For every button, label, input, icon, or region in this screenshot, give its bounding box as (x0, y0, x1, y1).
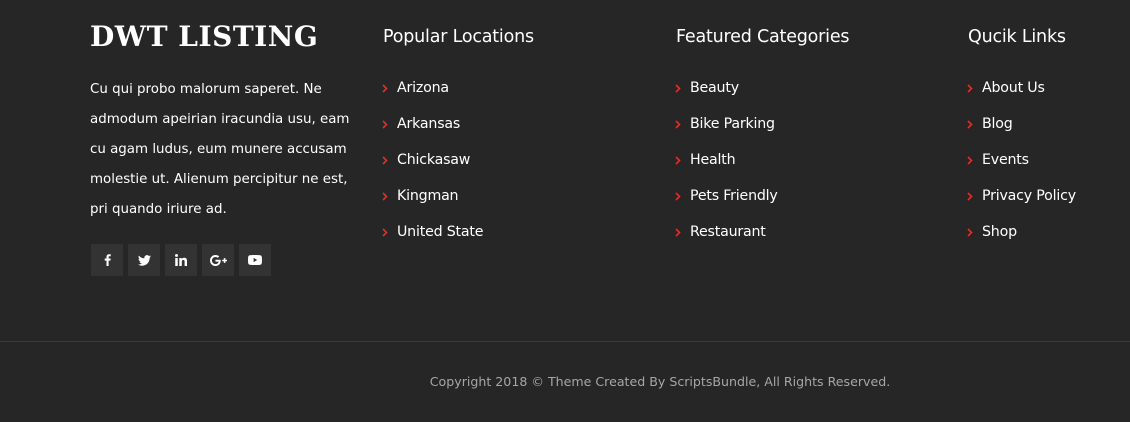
footer-link-label: Pets Friendly (690, 188, 778, 204)
footer-link-label: Bike Parking (690, 116, 775, 132)
copyright-text: Copyright 2018 © Theme Created By Script… (429, 374, 891, 389)
social-links (91, 244, 271, 276)
footer-link-kingman[interactable]: Kingman (382, 178, 483, 214)
footer-link-label: Arkansas (397, 116, 461, 132)
chevron-right-icon (675, 191, 690, 201)
linkedin-button[interactable] (165, 244, 197, 276)
footer-link-label: Beauty (690, 80, 739, 96)
facebook-icon (104, 254, 111, 266)
popular-locations-heading: Popular Locations (383, 27, 534, 47)
linkedin-icon (175, 254, 187, 266)
chevron-right-icon (382, 155, 397, 165)
chevron-right-icon (382, 83, 397, 93)
youtube-icon (248, 255, 262, 265)
footer-divider (0, 341, 1130, 342)
chevron-right-icon (675, 155, 690, 165)
chevron-right-icon (967, 155, 982, 165)
footer-link-restaurant[interactable]: Restaurant (675, 214, 778, 250)
chevron-right-icon (675, 119, 690, 129)
chevron-right-icon (382, 119, 397, 129)
footer-link-label: Events (982, 152, 1029, 168)
chevron-right-icon (675, 83, 690, 93)
footer-link-arkansas[interactable]: Arkansas (382, 106, 483, 142)
footer-link-label: Blog (982, 116, 1013, 132)
featured-categories-heading: Featured Categories (676, 27, 850, 47)
facebook-button[interactable] (91, 244, 123, 276)
footer-link-privacy-policy[interactable]: Privacy Policy (967, 178, 1076, 214)
footer-logo-title[interactable]: DWT LISTING (90, 17, 318, 57)
quick-links-heading: Qucik Links (968, 27, 1066, 47)
footer-link-label: Restaurant (690, 224, 766, 240)
footer-link-chickasaw[interactable]: Chickasaw (382, 142, 483, 178)
google-plus-button[interactable] (202, 244, 234, 276)
footer-link-label: Health (690, 152, 736, 168)
footer-link-label: Kingman (397, 188, 459, 204)
footer-link-shop[interactable]: Shop (967, 214, 1076, 250)
footer-link-blog[interactable]: Blog (967, 106, 1076, 142)
footer-link-label: United State (397, 224, 484, 240)
footer-link-beauty[interactable]: Beauty (675, 70, 778, 106)
chevron-right-icon (967, 119, 982, 129)
footer-about-text: Cu qui probo malorum saperet. Ne admodum… (90, 82, 350, 217)
footer-link-label: Shop (982, 224, 1017, 240)
chevron-right-icon (382, 191, 397, 201)
quick-links-list: About Us Blog Events Privacy Policy Shop (967, 70, 1076, 250)
footer-link-pets-friendly[interactable]: Pets Friendly (675, 178, 778, 214)
footer-link-events[interactable]: Events (967, 142, 1076, 178)
popular-locations-list: Arizona Arkansas Chickasaw Kingman Unite… (382, 70, 483, 250)
footer-widgets: DWT LISTING Cu qui probo malorum saperet… (0, 0, 1130, 341)
footer-link-bike-parking[interactable]: Bike Parking (675, 106, 778, 142)
footer-link-health[interactable]: Health (675, 142, 778, 178)
youtube-button[interactable] (239, 244, 271, 276)
footer-link-label: Chickasaw (397, 152, 471, 168)
chevron-right-icon (967, 227, 982, 237)
google-plus-icon (209, 254, 227, 266)
chevron-right-icon (967, 83, 982, 93)
chevron-right-icon (967, 191, 982, 201)
footer-link-label: Privacy Policy (982, 188, 1076, 204)
chevron-right-icon (382, 227, 397, 237)
featured-categories-list: Beauty Bike Parking Health Pets Friendly… (675, 70, 778, 250)
chevron-right-icon (675, 227, 690, 237)
footer-link-united-state[interactable]: United State (382, 214, 483, 250)
footer-link-label: About Us (982, 80, 1045, 96)
twitter-icon (137, 254, 151, 266)
footer-link-arizona[interactable]: Arizona (382, 70, 483, 106)
footer-link-about-us[interactable]: About Us (967, 70, 1076, 106)
twitter-button[interactable] (128, 244, 160, 276)
footer-link-label: Arizona (397, 80, 449, 96)
